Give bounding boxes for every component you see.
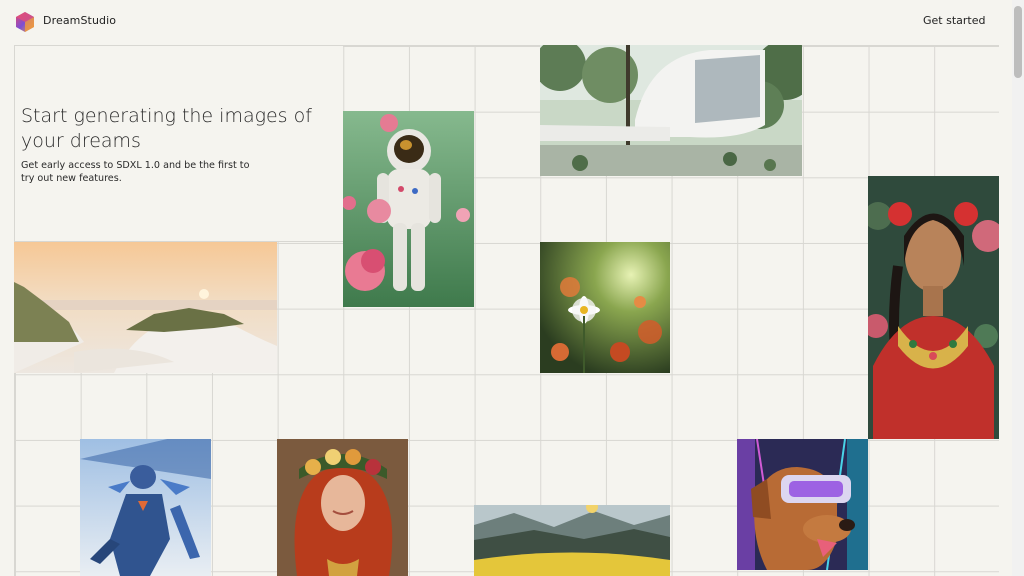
blue-robot-image[interactable] bbox=[80, 439, 211, 576]
dog-vr-headset-image[interactable] bbox=[737, 439, 868, 570]
hero-subtext: Get early access to SDXL 1.0 and be the … bbox=[21, 160, 250, 184]
scrollbar-thumb[interactable] bbox=[1014, 6, 1022, 78]
top-bar: DreamStudio Get started bbox=[0, 0, 1012, 44]
daisy-meadow-image[interactable] bbox=[540, 242, 670, 373]
scrollbar-track[interactable] bbox=[1012, 0, 1024, 576]
hero-headline: Start generating the images of your drea… bbox=[21, 105, 312, 152]
modern-house-image[interactable] bbox=[540, 45, 802, 176]
beach-dunes-image[interactable] bbox=[14, 242, 277, 373]
woman-red-flowers-portrait[interactable] bbox=[868, 176, 999, 439]
astronaut-image[interactable] bbox=[343, 111, 474, 307]
hexagon-gradient-logo-icon[interactable] bbox=[14, 11, 36, 33]
brand-name[interactable]: DreamStudio bbox=[43, 14, 116, 27]
red-haired-woman-image[interactable] bbox=[277, 439, 408, 576]
mountain-valley-image[interactable] bbox=[474, 505, 670, 576]
get-started-link[interactable]: Get started bbox=[923, 14, 985, 27]
